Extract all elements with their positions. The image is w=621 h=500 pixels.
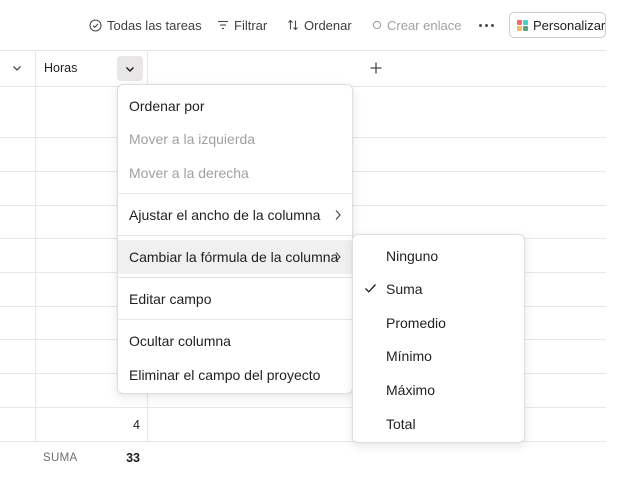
menu-item-label: Mover a la izquierda [129, 130, 256, 147]
palette-swatch [523, 25, 528, 31]
filter-label: Filtrar [234, 17, 268, 33]
menu-item-change-formula[interactable]: Cambiar la fórmula de la columna [118, 240, 352, 274]
formula-option-none[interactable]: Ninguno [353, 239, 524, 272]
menu-item-adjust-width[interactable]: Ajustar el ancho de la columna [118, 198, 352, 231]
menu-item-sort-by[interactable]: Ordenar por [118, 89, 352, 122]
summary-value: 33 [126, 451, 140, 465]
formula-option-sum[interactable]: Suma [353, 272, 524, 305]
more-options-button[interactable] [474, 12, 498, 38]
grid-line [0, 50, 606, 51]
palette-icon [517, 19, 528, 31]
formula-option-label: Mínimo [386, 347, 432, 364]
formula-option-label: Ninguno [386, 247, 439, 264]
chevron-down-icon [125, 66, 135, 72]
create-link-button[interactable]: Crear enlace [372, 12, 461, 38]
all-tasks-label: Todas las tareas [107, 17, 202, 33]
summary-label[interactable]: SUMA [43, 452, 77, 464]
formula-option-min[interactable]: Mínimo [353, 339, 524, 372]
column-options-menu: Ordenar por Mover a la izquierda Mover a… [117, 84, 353, 394]
column-header-horas[interactable]: Horas [44, 61, 77, 75]
formula-option-label: Máximo [386, 381, 436, 398]
menu-divider [118, 193, 352, 194]
chevron-down-icon[interactable] [11, 62, 23, 74]
filter-icon [218, 20, 228, 30]
customize-label: Personalizar [533, 17, 606, 33]
menu-item-label: Mover a la derecha [129, 164, 249, 181]
checkmark-icon [365, 284, 376, 293]
more-dot [484, 23, 488, 27]
chevron-right-icon [335, 210, 341, 220]
palette-swatch [523, 19, 528, 25]
chevron-right-icon [335, 252, 341, 262]
menu-item-move-right: Mover a la derecha [118, 156, 352, 189]
sort-label: Ordenar [304, 17, 352, 33]
formula-option-max[interactable]: Máximo [353, 373, 524, 406]
formula-option-average[interactable]: Promedio [353, 306, 524, 339]
menu-item-label: Editar campo [129, 290, 212, 307]
menu-item-label: Eliminar el campo del proyecto [129, 366, 321, 383]
check-circle-icon [89, 18, 102, 32]
column-divider [35, 50, 36, 441]
all-tasks-button[interactable]: Todas las tareas [89, 12, 202, 38]
sort-button[interactable]: Ordenar [287, 12, 352, 38]
palette-swatch [517, 25, 522, 31]
customize-button[interactable]: Personalizar [509, 12, 606, 38]
palette-swatch [517, 19, 522, 25]
create-link-label: Crear enlace [387, 17, 462, 33]
menu-item-label: Cambiar la fórmula de la columna [129, 249, 339, 265]
formula-submenu: Ninguno Suma Promedio Mínimo Máximo Tota… [352, 234, 525, 443]
menu-divider [118, 319, 352, 320]
more-dot [490, 23, 494, 27]
sort-arrows-icon [288, 19, 298, 31]
menu-item-delete-field[interactable]: Eliminar el campo del proyecto [118, 358, 352, 391]
formula-option-total[interactable]: Total [353, 407, 524, 440]
menu-item-label: Ajustar el ancho de la columna [129, 206, 321, 223]
menu-item-label: Ordenar por [129, 97, 205, 114]
menu-item-edit-field[interactable]: Editar campo [118, 282, 352, 315]
menu-item-label: Ocultar columna [129, 332, 231, 349]
add-column-icon[interactable] [369, 61, 383, 75]
formula-option-label: Total [386, 415, 416, 432]
toolbar: Todas las tareas Filtrar Ordenar Crear e… [0, 0, 621, 50]
menu-divider [118, 235, 352, 236]
filter-button[interactable]: Filtrar [217, 12, 267, 38]
column-options-button[interactable] [117, 56, 143, 81]
formula-option-label: Promedio [386, 314, 446, 331]
menu-item-hide-column[interactable]: Ocultar columna [118, 324, 352, 357]
more-dots-icon [478, 23, 482, 27]
link-circle-icon [372, 20, 382, 30]
menu-item-move-left: Mover a la izquierda [118, 122, 352, 155]
menu-divider [118, 277, 352, 278]
cell-value: 4 [133, 418, 140, 432]
formula-option-label: Suma [386, 280, 423, 297]
